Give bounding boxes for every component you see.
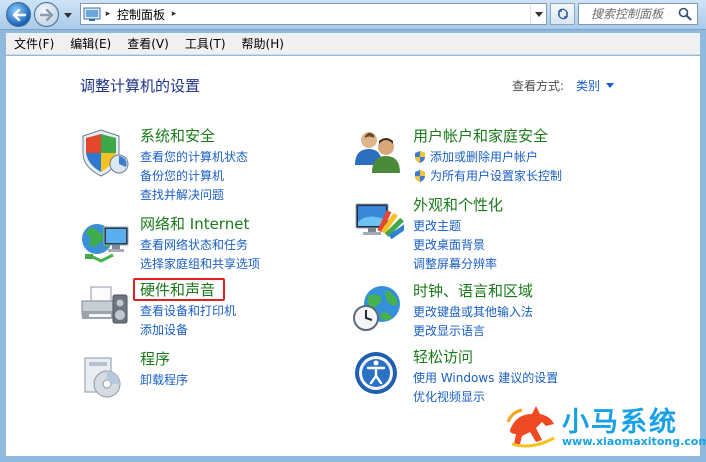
control-panel-icon (83, 7, 101, 21)
chevron-down-icon (606, 83, 615, 88)
menu-help[interactable]: 帮助(H) (234, 35, 292, 52)
link-windows-recommended-settings[interactable]: 使用 Windows 建议的设置 (413, 368, 558, 387)
page-title: 调整计算机的设置 (80, 77, 201, 95)
network-globe-icon[interactable] (79, 215, 131, 267)
refresh-icon (557, 8, 568, 20)
programs-icon[interactable] (79, 350, 131, 402)
menu-edit[interactable]: 编辑(E) (62, 35, 119, 52)
link-change-input-method[interactable]: 更改键盘或其他输入法 (413, 302, 533, 321)
link-uninstall-program[interactable]: 卸载程序 (140, 370, 188, 389)
view-by-label: 查看方式: (512, 79, 565, 93)
watermark-url: www.xiaomaxitong.com (562, 435, 706, 448)
category-title[interactable]: 系统和安全 (140, 125, 215, 146)
red-highlight-box (133, 278, 225, 301)
category-title[interactable]: 用户帐户和家庭安全 (413, 125, 548, 146)
link-change-display-language[interactable]: 更改显示语言 (413, 321, 533, 340)
category-title[interactable]: 轻松访问 (413, 346, 473, 367)
link-find-fix-problems[interactable]: 查找并解决问题 (140, 185, 248, 204)
arrow-left-icon (12, 8, 26, 21)
breadcrumb-separator[interactable]: ▸ (167, 9, 181, 19)
link-add-remove-accounts[interactable]: 添加或删除用户帐户 (413, 147, 562, 166)
breadcrumb-separator[interactable]: ▸ (101, 9, 115, 19)
forward-button[interactable] (34, 2, 59, 27)
link-view-devices-printers[interactable]: 查看设备和打印机 (140, 301, 236, 320)
breadcrumb-control-panel[interactable]: 控制面板 (115, 6, 167, 23)
menu-view[interactable]: 查看(V) (119, 35, 177, 52)
appearance-icon[interactable] (352, 196, 404, 248)
menu-tools[interactable]: 工具(T) (177, 35, 234, 52)
address-bar[interactable]: ▸ 控制面板 ▸ (80, 3, 547, 25)
link-label[interactable]: 添加或删除用户帐户 (430, 148, 538, 165)
clock-globe-icon[interactable] (352, 282, 404, 334)
control-panel-content: 调整计算机的设置 查看方式: 类别 系统和安全 查看您的计算机状态 备份您的计算… (6, 56, 700, 456)
link-add-device[interactable]: 添加设备 (140, 320, 236, 339)
chevron-down-icon (534, 11, 543, 17)
link-backup-computer[interactable]: 备份您的计算机 (140, 166, 248, 185)
xiaoma-watermark-logo: 小马系统 www.xiaomaxitong.com (506, 398, 706, 454)
link-view-network-status[interactable]: 查看网络状态和任务 (140, 235, 260, 254)
link-homegroup-sharing[interactable]: 选择家庭组和共享选项 (140, 254, 260, 273)
printer-icon[interactable] (79, 281, 131, 333)
search-box[interactable] (578, 3, 698, 25)
category-title[interactable]: 程序 (140, 348, 170, 369)
watermark-title: 小马系统 (562, 407, 678, 438)
back-button[interactable] (6, 2, 31, 27)
link-change-desktop-background[interactable]: 更改桌面背景 (413, 235, 497, 254)
users-icon[interactable] (352, 127, 404, 179)
category-title[interactable]: 网络和 Internet (140, 213, 249, 234)
category-title[interactable]: 时钟、语言和区域 (413, 280, 533, 301)
refresh-button[interactable] (550, 3, 575, 25)
shield-icon[interactable] (79, 127, 131, 179)
horse-logo-icon (506, 406, 555, 448)
chevron-down-icon (64, 12, 72, 18)
link-label[interactable]: 为所有用户设置家长控制 (430, 167, 562, 184)
navigation-bar: ▸ 控制面板 ▸ (0, 0, 706, 30)
ease-of-access-icon[interactable] (352, 348, 404, 400)
uac-shield-icon (415, 150, 425, 163)
search-input[interactable] (591, 7, 673, 21)
view-by-dropdown[interactable]: 类别 (576, 77, 615, 94)
address-dropdown-button[interactable] (530, 4, 546, 24)
search-icon[interactable] (678, 7, 692, 21)
link-adjust-resolution[interactable]: 调整屏幕分辨率 (413, 254, 497, 273)
arrow-right-icon (39, 8, 53, 21)
uac-shield-icon (415, 169, 425, 182)
link-change-theme[interactable]: 更改主题 (413, 216, 497, 235)
category-title[interactable]: 外观和个性化 (413, 194, 503, 215)
menu-file[interactable]: 文件(F) (6, 35, 62, 52)
link-parental-controls[interactable]: 为所有用户设置家长控制 (413, 166, 562, 185)
view-by-value[interactable]: 类别 (576, 77, 600, 94)
recent-pages-button[interactable] (62, 9, 74, 21)
link-view-computer-status[interactable]: 查看您的计算机状态 (140, 147, 248, 166)
menu-bar: 文件(F) 编辑(E) 查看(V) 工具(T) 帮助(H) (6, 33, 700, 55)
